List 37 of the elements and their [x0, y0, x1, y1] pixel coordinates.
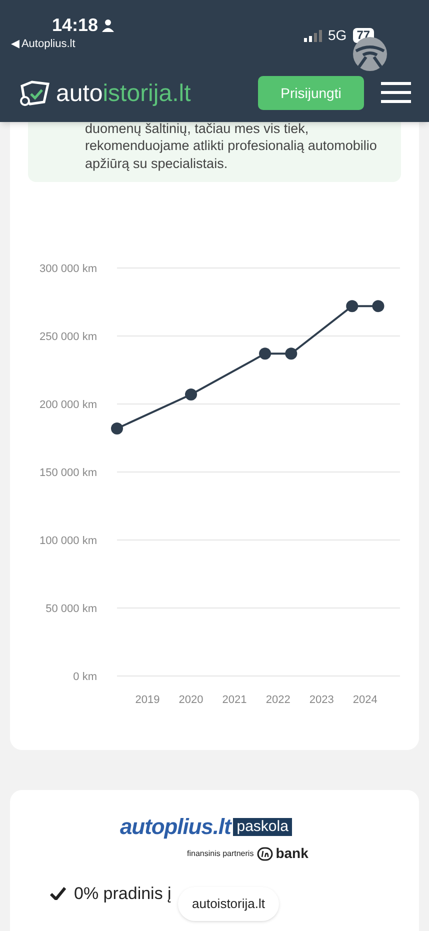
partner-name: bank	[276, 844, 308, 863]
signal-icon	[304, 30, 322, 42]
x-tick-label: 2019	[135, 694, 160, 706]
network-label: 5G	[328, 26, 347, 45]
steering-wheel-icon[interactable]	[353, 37, 387, 71]
y-tick-label: 150 000 km	[40, 467, 97, 479]
site-logo[interactable]: autoistorija.lt	[56, 82, 191, 106]
logo-icon	[18, 80, 52, 108]
site-address-pill[interactable]: autoistorija.lt	[178, 887, 279, 920]
x-tick-label: 2024	[352, 694, 378, 706]
data-point	[185, 388, 198, 400]
x-tick-label: 2021	[222, 694, 247, 706]
x-tick-label: 2022	[266, 694, 290, 706]
y-tick-label: 250 000 km	[40, 331, 97, 343]
y-tick-label: 100 000 km	[40, 535, 97, 547]
clock: 14:18	[52, 14, 98, 37]
y-tick-label: 300 000 km	[40, 263, 97, 275]
y-tick-label: 200 000 km	[40, 399, 97, 411]
y-tick-label: 0 km	[73, 671, 97, 683]
check-icon	[50, 887, 66, 900]
menu-icon[interactable]	[381, 82, 411, 103]
x-tick-label: 2023	[309, 694, 334, 706]
partner-label: finansinis partneris	[187, 848, 254, 860]
back-link[interactable]: ◀ Autoplius.lt	[11, 36, 76, 52]
data-point	[111, 422, 123, 434]
x-tick-label: 2020	[178, 694, 204, 706]
data-point	[372, 300, 384, 312]
y-tick-label: 50 000 km	[46, 603, 97, 615]
notice-text: duomenų šaltinių, tačiau mes vis tiek, rekomenduojame atlikti profesionalią automobilio apžiūrą su specialistais.	[85, 122, 378, 172]
partner-logo-icon	[256, 846, 273, 860]
person-icon	[102, 19, 114, 32]
data-point	[285, 348, 298, 360]
data-point	[346, 300, 358, 312]
loan-logo: autoplius.lt	[120, 813, 231, 841]
data-point	[259, 348, 272, 360]
benefit-text: 0% pradinis į	[74, 883, 172, 905]
loan-tag: paskola	[232, 818, 292, 836]
